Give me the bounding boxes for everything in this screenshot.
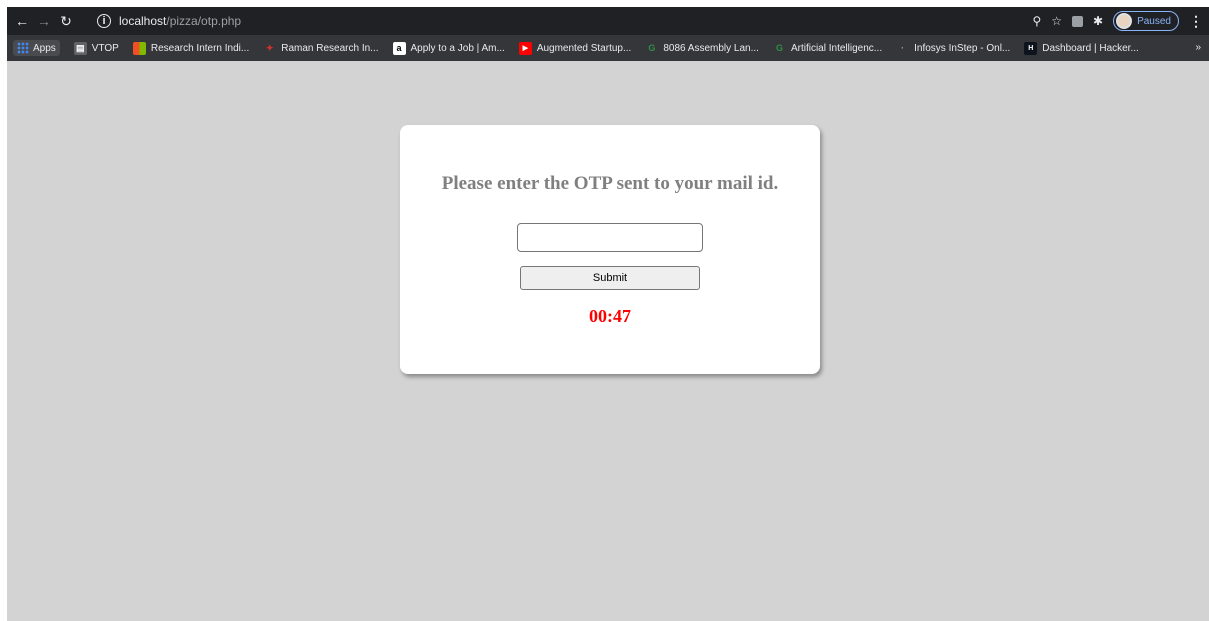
site-info-icon[interactable]: i	[97, 14, 111, 28]
forward-icon[interactable]: →	[33, 7, 55, 35]
toolbar-right: ⚲ ☆ ✱ Paused ⋮	[1032, 7, 1203, 35]
submit-button[interactable]: Submit	[520, 266, 700, 290]
bookmark-label: Apply to a Job | Am...	[410, 42, 505, 54]
countdown-timer: 00:47	[589, 306, 631, 326]
bookmark-item[interactable]: · Infosys InStep - Onl...	[896, 42, 1010, 55]
profile-status: Paused	[1137, 15, 1171, 27]
bookmark-label: VTOP	[91, 42, 119, 54]
infosys-icon: ·	[901, 43, 905, 53]
profile-button[interactable]: Paused	[1113, 11, 1179, 31]
avatar	[1116, 13, 1133, 29]
bookmark-label: Research Intern Indi...	[150, 42, 250, 54]
extension-icon[interactable]	[1072, 15, 1084, 27]
gfg-icon: G	[648, 43, 656, 53]
page-title: Please enter the OTP sent to your mail i…	[441, 173, 779, 194]
bookmark-item[interactable]: ✦ Raman Research In...	[263, 42, 379, 55]
rri-icon: ✦	[265, 42, 274, 53]
browser-toolbar: ← → ↻ i localhost /pizza/otp.php ⚲ ☆ ✱ P…	[7, 7, 1209, 35]
puzzle-icon[interactable]: ✱	[1093, 14, 1103, 28]
gfg-icon: G	[775, 43, 783, 53]
reload-icon[interactable]: ↻	[55, 7, 77, 35]
bookmark-item[interactable]: G 8086 Assembly Lan...	[645, 42, 759, 55]
vtop-icon: ▤	[73, 41, 87, 55]
bookmarks-bar: Apps ▤ VTOP Research Intern Indi... ✦ Ra…	[7, 35, 1209, 61]
youtube-icon: ▶	[518, 41, 532, 55]
otp-input[interactable]	[517, 223, 703, 252]
bookmark-item[interactable]: Research Intern Indi...	[132, 41, 250, 55]
back-icon[interactable]: ←	[11, 7, 33, 35]
bookmark-label: Dashboard | Hacker...	[1042, 42, 1139, 54]
bookmark-label: Raman Research In...	[281, 42, 379, 54]
bookmark-item[interactable]: ▶ Augmented Startup...	[518, 41, 632, 55]
bookmark-item[interactable]: a Apply to a Job | Am...	[392, 41, 505, 55]
hackerrank-icon: H	[1024, 41, 1038, 55]
bookmark-label: Artificial Intelligenc...	[790, 42, 883, 54]
menu-icon[interactable]: ⋮	[1189, 13, 1203, 30]
otp-card: Please enter the OTP sent to your mail i…	[400, 125, 820, 374]
bookmark-apps[interactable]: Apps	[13, 40, 60, 56]
url-host: localhost	[119, 14, 167, 28]
key-icon[interactable]: ⚲	[1032, 14, 1041, 28]
address-bar[interactable]: i localhost /pizza/otp.php	[91, 10, 1011, 32]
bookmark-item[interactable]: H Dashboard | Hacker...	[1024, 41, 1139, 55]
microsoft-icon	[132, 41, 146, 55]
bookmark-label: 8086 Assembly Lan...	[663, 42, 759, 54]
star-icon[interactable]: ☆	[1051, 14, 1062, 28]
bookmark-item[interactable]: G Artificial Intelligenc...	[773, 42, 882, 55]
amazon-icon: a	[392, 41, 406, 55]
bookmarks-overflow-icon[interactable]: »	[1195, 35, 1201, 61]
bookmark-item[interactable]: ▤ VTOP	[73, 41, 119, 55]
bookmark-label: Infosys InStep - Onl...	[914, 42, 1011, 54]
browser-window: ← → ↻ i localhost /pizza/otp.php ⚲ ☆ ✱ P…	[7, 7, 1209, 621]
bookmark-label: Augmented Startup...	[536, 42, 632, 54]
apps-grid-icon	[17, 42, 29, 54]
url-path: /pizza/otp.php	[166, 14, 242, 28]
bookmark-label: Apps	[33, 42, 56, 54]
